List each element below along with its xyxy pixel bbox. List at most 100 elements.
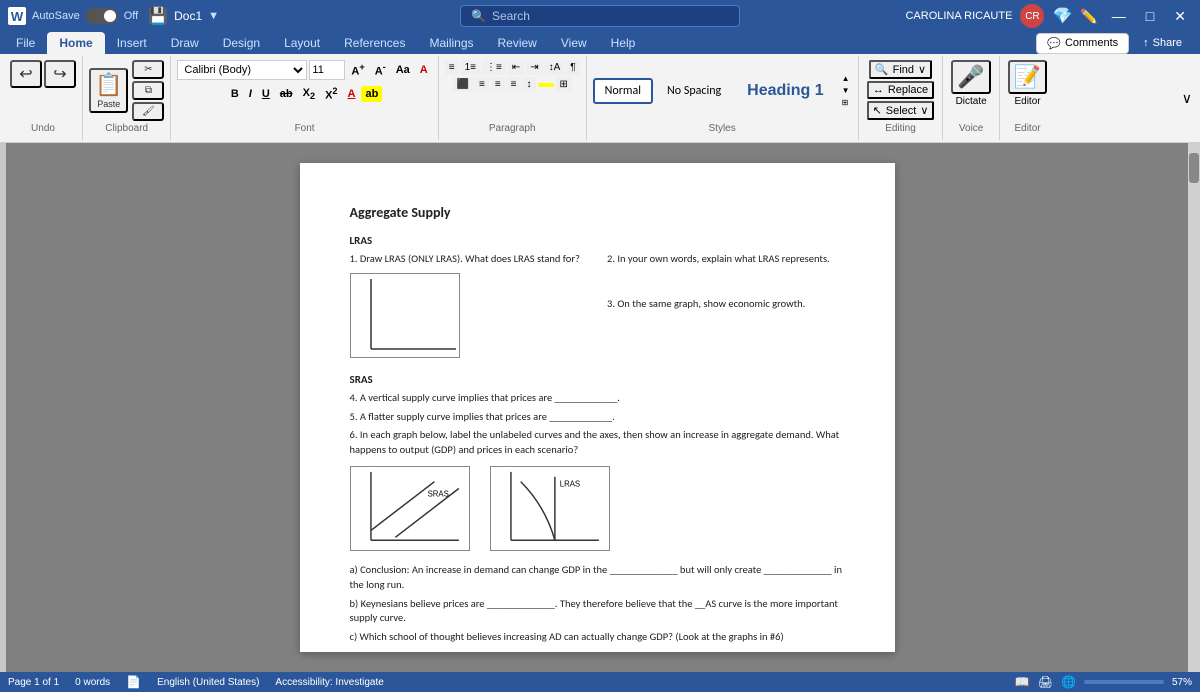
bullets-button[interactable]: ≡ xyxy=(445,60,459,75)
tab-design[interactable]: Design xyxy=(211,32,272,54)
zoom-bar xyxy=(1084,680,1164,684)
document-page[interactable]: Aggregate Supply LRAS 1. Draw LRAS (ONLY… xyxy=(300,163,895,652)
subscript-button[interactable]: X2 xyxy=(299,85,319,103)
tab-view[interactable]: View xyxy=(549,32,599,54)
minimize-button[interactable]: — xyxy=(1106,8,1132,24)
replace-button[interactable]: ↔ Replace xyxy=(867,81,934,99)
scroll-up-arrow[interactable]: ▲ xyxy=(840,73,852,84)
border-button[interactable]: ⊞ xyxy=(556,77,572,92)
strikethrough-button[interactable]: ab xyxy=(276,86,297,102)
font-family-select[interactable]: Calibri (Body) xyxy=(177,60,307,80)
decrease-indent-button[interactable]: ⇤ xyxy=(508,60,524,75)
document-area[interactable]: Aggregate Supply LRAS 1. Draw LRAS (ONLY… xyxy=(6,143,1188,672)
search-input[interactable] xyxy=(492,9,712,23)
font-grow-button[interactable]: A+ xyxy=(347,60,368,80)
tab-mailings[interactable]: Mailings xyxy=(417,32,485,54)
font-color-button[interactable]: A xyxy=(344,86,360,102)
svg-text:SRAS: SRAS xyxy=(427,489,448,498)
ribbon-content: ↩ ↪ Undo 📋 Paste ✂ xyxy=(0,54,1200,142)
ribbon-collapse[interactable]: ∨ xyxy=(1178,56,1196,140)
sras-label: SRAS xyxy=(350,372,845,387)
close-button[interactable]: ✕ xyxy=(1168,8,1192,25)
comments-button[interactable]: 💬 Comments xyxy=(1036,33,1129,54)
comments-icon: 💬 xyxy=(1047,37,1061,50)
find-button[interactable]: 🔍 Find ∨ xyxy=(869,60,932,79)
font-size-input[interactable] xyxy=(309,60,345,80)
paste-icon: 📋 xyxy=(95,72,122,98)
replace-icon: ↔ xyxy=(873,84,884,96)
tab-home[interactable]: Home xyxy=(47,32,104,54)
tab-draw[interactable]: Draw xyxy=(159,32,211,54)
zoom-level[interactable]: 57% xyxy=(1172,677,1192,688)
undo-button[interactable]: ↩ xyxy=(10,60,42,88)
tab-layout[interactable]: Layout xyxy=(272,32,332,54)
style-heading1[interactable]: Heading 1 xyxy=(735,76,835,106)
change-case-button[interactable]: Aa xyxy=(392,62,414,78)
show-marks-button[interactable]: ¶ xyxy=(566,60,579,75)
chevron-down-icon: ∨ xyxy=(1182,90,1192,107)
share-button[interactable]: ↑ Share xyxy=(1133,34,1192,52)
tab-help[interactable]: Help xyxy=(599,32,648,54)
tab-review[interactable]: Review xyxy=(486,32,549,54)
pen-icon[interactable]: ✏️ xyxy=(1080,8,1097,25)
underline-button[interactable]: U xyxy=(258,86,274,102)
cut-icon: ✂ xyxy=(144,64,152,75)
restore-button[interactable]: □ xyxy=(1140,8,1160,24)
align-right-button[interactable]: ≡ xyxy=(491,77,505,92)
paste-button[interactable]: 📋 Paste xyxy=(89,68,128,113)
graphs-row: SRAS LRAS xyxy=(350,466,845,555)
bold-button[interactable]: B xyxy=(227,86,243,102)
copy-button[interactable]: ⧉ xyxy=(132,81,164,100)
format-painter-button[interactable]: 🖌 xyxy=(132,102,164,121)
page-icon[interactable]: 📄 xyxy=(126,675,141,689)
question-3: 3. On the same graph, show economic grow… xyxy=(607,297,845,312)
voice-group: 🎤 Dictate Voice xyxy=(943,56,999,140)
increase-indent-button[interactable]: ⇥ xyxy=(526,60,542,75)
status-left: Page 1 of 1 0 words 📄 English (United St… xyxy=(8,675,384,689)
view-print-icon[interactable]: 🖨 xyxy=(1038,675,1053,689)
italic-button[interactable]: I xyxy=(245,86,256,102)
view-read-icon[interactable]: 📖 xyxy=(1015,675,1030,689)
multilevel-button[interactable]: ⋮≡ xyxy=(482,60,506,75)
tab-file[interactable]: File xyxy=(4,32,47,54)
highlight-button[interactable]: ab xyxy=(361,86,382,102)
style-no-spacing[interactable]: No Spacing xyxy=(655,78,733,104)
redo-button[interactable]: ↪ xyxy=(44,60,76,88)
align-center-button[interactable]: ≡ xyxy=(475,77,489,92)
tab-references[interactable]: References xyxy=(332,32,417,54)
language[interactable]: English (United States) xyxy=(157,677,259,688)
cut-button[interactable]: ✂ xyxy=(132,60,164,79)
lras-graph2-svg: LRAS xyxy=(490,466,610,551)
scrollbar-thumb[interactable] xyxy=(1189,153,1199,183)
select-button[interactable]: ↖ Select ∨ xyxy=(867,101,935,120)
clear-format-button[interactable]: A xyxy=(416,62,432,78)
align-left-button[interactable]: ⬛ xyxy=(453,77,473,92)
search-icon: 🔍 xyxy=(471,9,486,23)
shading-button[interactable] xyxy=(538,83,554,87)
line-spacing-button[interactable]: ↕ xyxy=(523,77,536,92)
scroll-more-arrow[interactable]: ⊞ xyxy=(840,97,852,108)
font-shrink-button[interactable]: A- xyxy=(371,60,390,80)
save-icon[interactable]: 💾 xyxy=(148,6,168,26)
autosave-toggle[interactable] xyxy=(86,8,118,24)
sort-button[interactable]: ↕A xyxy=(545,60,565,75)
editing-group: 🔍 Find ∨ ↔ Replace ↖ Select ∨ Editing xyxy=(859,56,944,140)
right-scrollbar[interactable] xyxy=(1188,143,1200,672)
view-web-icon[interactable]: 🌐 xyxy=(1061,675,1076,689)
superscript-button[interactable]: X2 xyxy=(321,84,341,104)
doc-title: Doc1 xyxy=(174,9,202,23)
diamond-icon[interactable]: 💎 xyxy=(1052,6,1072,26)
copy-icon: ⧉ xyxy=(145,85,152,96)
accessibility-check[interactable]: Accessibility: Investigate xyxy=(275,677,383,688)
tab-insert[interactable]: Insert xyxy=(105,32,159,54)
user-name: CAROLINA RICAUTE xyxy=(905,10,1012,22)
style-normal[interactable]: Normal xyxy=(593,78,653,104)
user-avatar[interactable]: CR xyxy=(1020,4,1044,28)
justify-button[interactable]: ≡ xyxy=(507,77,521,92)
doc-dropdown[interactable]: ▼ xyxy=(208,10,219,22)
styles-group: Normal No Spacing Heading 1 ▲ ▼ ⊞ Styles xyxy=(587,56,859,140)
scroll-down-arrow[interactable]: ▼ xyxy=(840,85,852,96)
editor-button[interactable]: 📝 xyxy=(1008,60,1047,94)
numbering-button[interactable]: 1≡ xyxy=(461,60,480,75)
dictate-button[interactable]: 🎤 xyxy=(951,60,990,94)
